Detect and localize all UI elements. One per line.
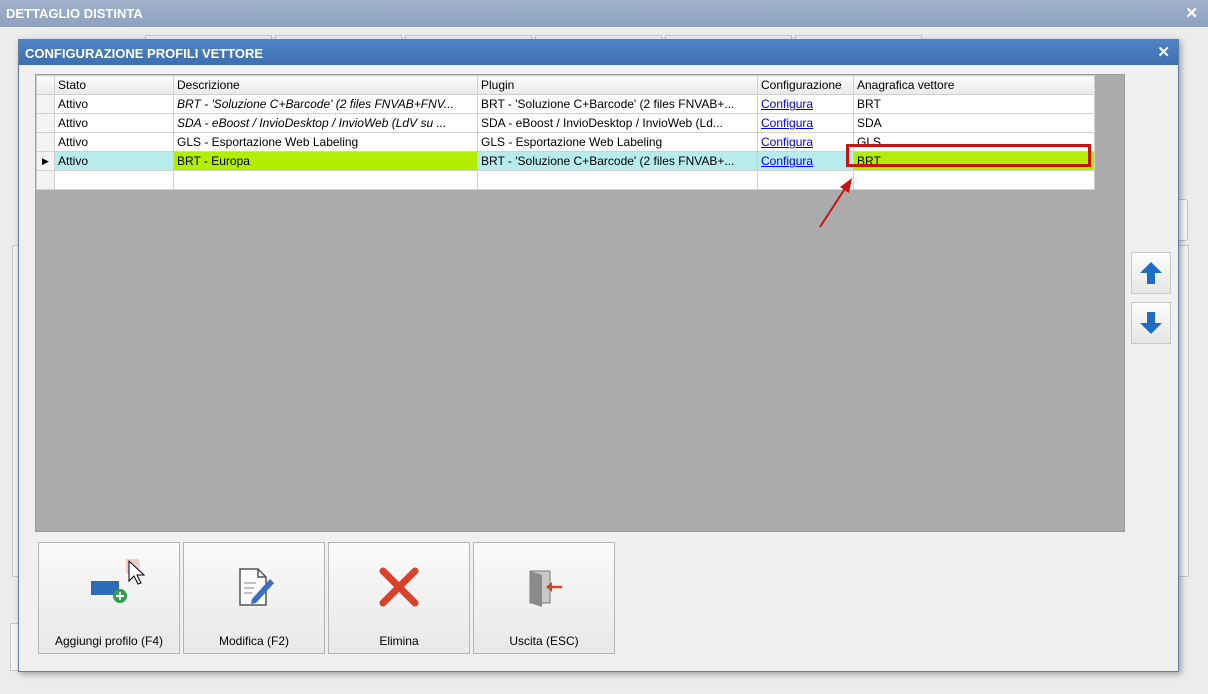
add-profile-button[interactable]: Aggiungi profilo (F4) [38, 542, 180, 654]
cell-stato[interactable]: Attivo [54, 151, 174, 171]
cell-empty[interactable] [173, 170, 478, 190]
config-profiles-dialog: CONFIGURAZIONE PROFILI VETTORE ✕ Stato D… [18, 39, 1179, 672]
cell-configurazione: Configura [757, 132, 854, 152]
cell-configurazione: Configura [757, 151, 854, 171]
configura-link[interactable]: Configura [761, 97, 813, 111]
cell-descrizione[interactable]: BRT - 'Soluzione C+Barcode' (2 files FNV… [173, 94, 478, 114]
arrow-up-icon [1140, 262, 1162, 284]
row-selector-header [36, 75, 55, 95]
exit-button[interactable]: Uscita (ESC) [473, 542, 615, 654]
cell-descrizione[interactable]: BRT - Europa [173, 151, 478, 171]
cell-configurazione: Configura [757, 94, 854, 114]
add-profile-icon [91, 581, 127, 603]
cell-plugin[interactable]: BRT - 'Soluzione C+Barcode' (2 files FNV… [477, 151, 758, 171]
edit-label: Modifica (F2) [218, 634, 289, 648]
cell-configurazione: Configura [757, 113, 854, 133]
exit-door-icon [529, 570, 562, 607]
profiles-grid[interactable]: Stato Descrizione Plugin Configurazione … [35, 74, 1125, 532]
move-up-button[interactable] [1131, 252, 1171, 294]
annotation-arrow-icon [819, 178, 852, 228]
delete-button[interactable]: Elimina [328, 542, 470, 654]
annotation-highlight-box [846, 144, 1091, 167]
table-row[interactable]: Attivo BRT - 'Soluzione C+Barcode' (2 fi… [36, 94, 1095, 114]
arrow-down-icon [1140, 312, 1162, 334]
row-selector[interactable] [36, 113, 55, 133]
exit-label: Uscita (ESC) [509, 634, 579, 648]
outer-window-titlebar: DETTAGLIO DISTINTA ✕ [0, 0, 1208, 27]
delete-x-icon [379, 567, 419, 607]
column-header-configurazione[interactable]: Configurazione [757, 75, 854, 95]
cell-stato[interactable]: Attivo [54, 113, 174, 133]
edit-button[interactable]: Modifica (F2) [183, 542, 325, 654]
cell-descrizione[interactable]: GLS - Esportazione Web Labeling [173, 132, 478, 152]
cell-empty[interactable] [54, 170, 174, 190]
cell-stato[interactable]: Attivo [54, 132, 174, 152]
delete-label: Elimina [379, 634, 419, 648]
cell-stato[interactable]: Attivo [54, 94, 174, 114]
cell-plugin[interactable]: BRT - 'Soluzione C+Barcode' (2 files FNV… [477, 94, 758, 114]
cell-empty[interactable] [853, 170, 1095, 190]
dialog-title: CONFIGURAZIONE PROFILI VETTORE [25, 46, 264, 61]
cell-empty[interactable] [477, 170, 758, 190]
cell-anagrafica[interactable]: SDA [853, 113, 1095, 133]
configura-link[interactable]: Configura [761, 116, 813, 130]
cell-plugin[interactable]: GLS - Esportazione Web Labeling [477, 132, 758, 152]
dialog-close-icon[interactable]: ✕ [1157, 43, 1170, 61]
grid-header-row: Stato Descrizione Plugin Configurazione … [36, 75, 1095, 95]
table-row-new[interactable] [36, 170, 1095, 190]
column-header-plugin[interactable]: Plugin [477, 75, 758, 95]
profiles-table: Stato Descrizione Plugin Configurazione … [36, 75, 1095, 190]
move-down-button[interactable] [1131, 302, 1171, 344]
column-header-anagrafica[interactable]: Anagrafica vettore [853, 75, 1095, 95]
edit-document-icon [239, 568, 274, 606]
outer-window-title: DETTAGLIO DISTINTA [6, 6, 143, 21]
column-header-stato[interactable]: Stato [54, 75, 174, 95]
dialog-titlebar: CONFIGURAZIONE PROFILI VETTORE ✕ [19, 40, 1178, 65]
row-selector[interactable] [36, 132, 55, 152]
configura-link[interactable]: Configura [761, 154, 813, 168]
add-profile-label: Aggiungi profilo (F4) [54, 634, 164, 648]
mouse-cursor-icon [126, 559, 146, 585]
row-selector[interactable] [36, 170, 55, 190]
column-header-descrizione[interactable]: Descrizione [173, 75, 478, 95]
row-selector[interactable] [36, 94, 55, 114]
table-row[interactable]: Attivo SDA - eBoost / InvioDesktop / Inv… [36, 113, 1095, 133]
cell-anagrafica[interactable]: BRT [853, 94, 1095, 114]
current-row-marker-icon[interactable]: ▶ [36, 151, 55, 171]
outer-close-icon[interactable]: ✕ [1185, 4, 1198, 22]
cell-plugin[interactable]: SDA - eBoost / InvioDesktop / InvioWeb (… [477, 113, 758, 133]
configura-link[interactable]: Configura [761, 135, 813, 149]
cell-descrizione[interactable]: SDA - eBoost / InvioDesktop / InvioWeb (… [173, 113, 478, 133]
